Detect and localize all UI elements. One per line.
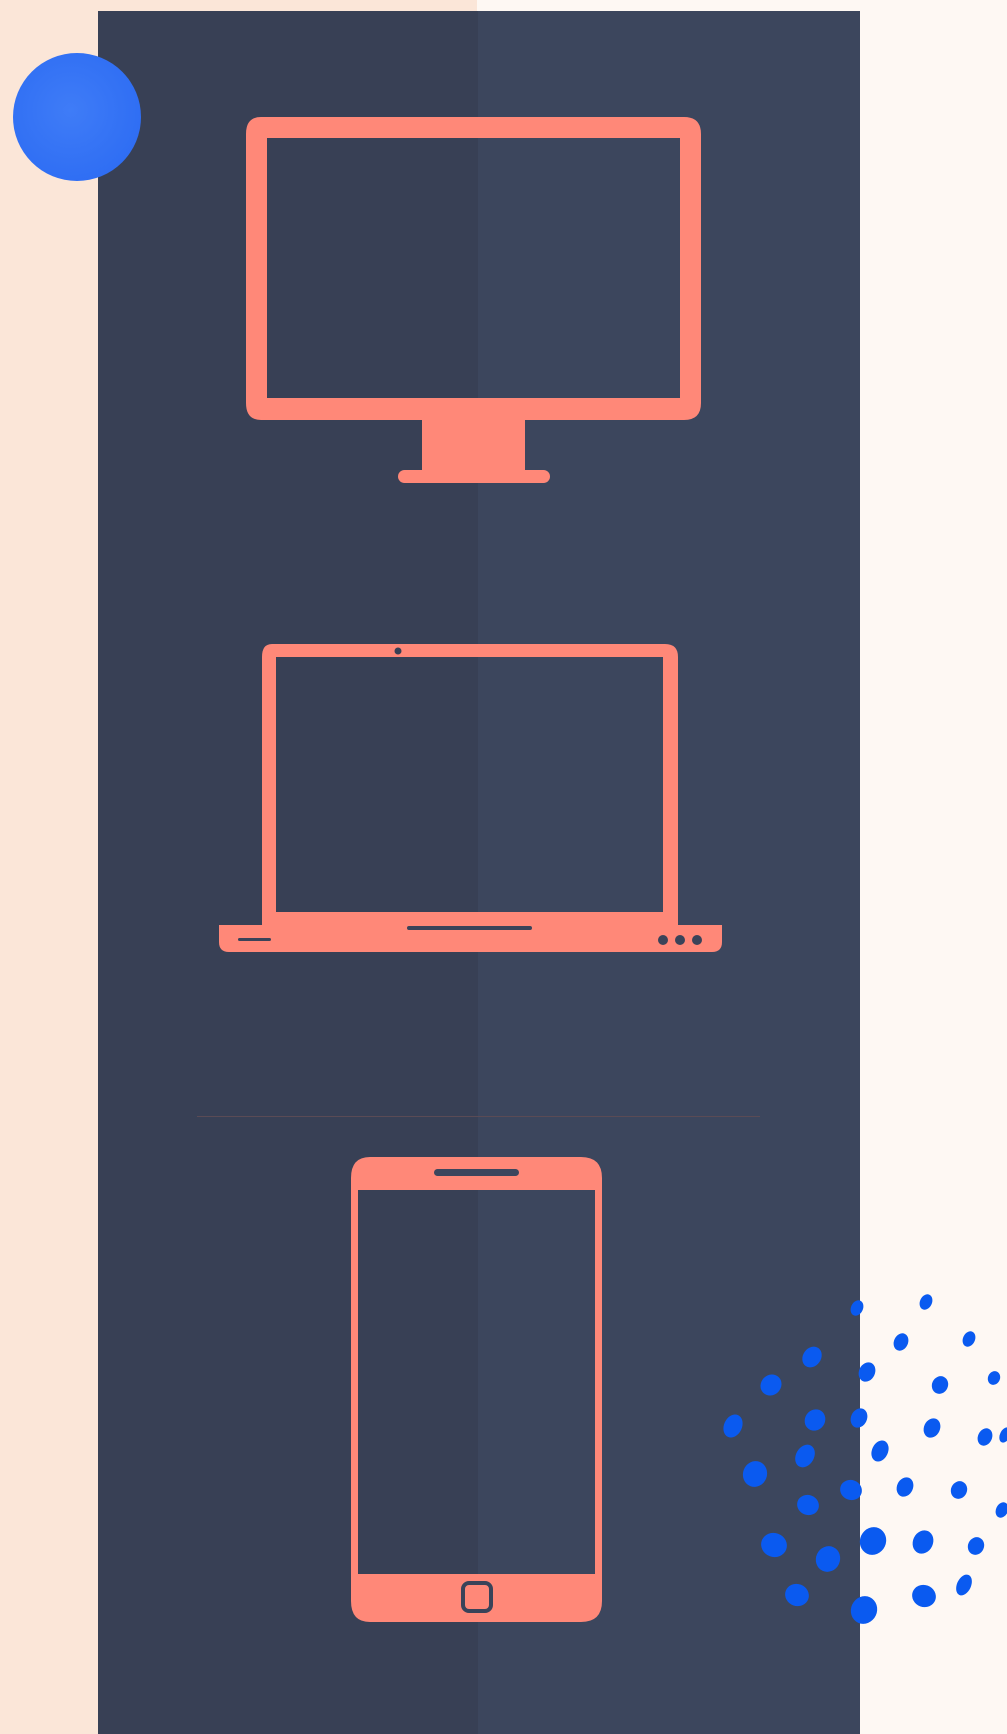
dot-pattern-icon bbox=[723, 1294, 1007, 1624]
laptop-icon bbox=[219, 644, 722, 952]
blue-blob-icon bbox=[13, 53, 141, 181]
smartphone-icon bbox=[351, 1157, 602, 1622]
illustration bbox=[13, 53, 1007, 1624]
desktop-monitor-icon bbox=[246, 117, 701, 483]
